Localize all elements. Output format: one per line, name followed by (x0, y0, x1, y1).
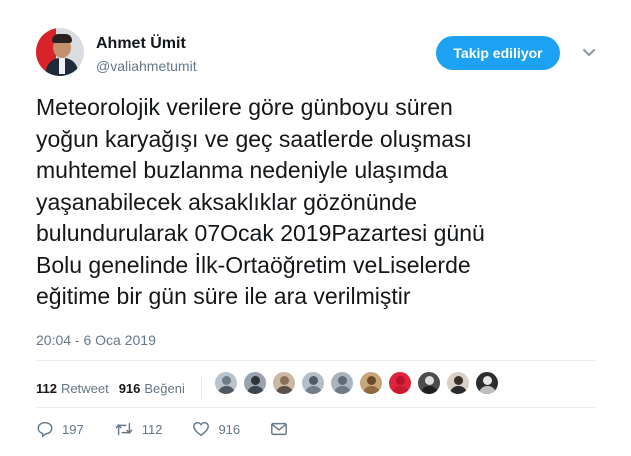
reply-count: 197 (62, 421, 84, 437)
tweet-line: Bolu genelinde İlk-Ortaöğretim veLiseler… (36, 251, 471, 278)
retweet-count: 112 (141, 421, 163, 437)
reply-icon (37, 421, 53, 437)
reply-button[interactable]: 197 (36, 420, 84, 438)
avatar-liker-4[interactable] (301, 371, 325, 395)
like-button[interactable]: 916 (192, 420, 240, 438)
engagement-stats: 112 Retweet 916 Beğeni (36, 376, 202, 400)
tweet-text: Meteorolojik verilere göre günboyu süren… (36, 92, 596, 313)
tweet-timestamp[interactable]: 20:04 - 6 Oca 2019 (36, 332, 156, 348)
heart-icon (193, 421, 210, 437)
like-stat-label[interactable]: Beğeni (144, 381, 184, 396)
author-handle[interactable]: @valiahmetumit (96, 58, 197, 74)
tweet-line: muhtemel buzlanma nedeniyle ulaşımda (36, 157, 448, 183)
tweet-line: eğitime bir gün süre ile ara verilmiştir (36, 283, 411, 309)
author-avatar[interactable] (36, 28, 84, 76)
retweet-stat-label[interactable]: Retweet (61, 381, 109, 396)
tweet-line: yoğun karyağışı ve geç saatlerde oluşmas… (36, 125, 472, 152)
tweet-line: yaşanabilecek aksaklıklar gözönünde (36, 188, 418, 215)
mail-icon (271, 422, 288, 436)
like-count: 916 (218, 421, 241, 437)
avatar-liker-10[interactable] (475, 371, 499, 395)
chevron-down-icon[interactable] (581, 44, 597, 60)
avatar-liker-7[interactable] (388, 371, 412, 395)
following-button[interactable]: Takip ediliyor (436, 36, 560, 70)
avatar-liker-5[interactable] (330, 371, 354, 395)
tweet-line: bulundurularak 07Ocak 2019Pazartesi günü (36, 220, 485, 246)
tweet-actions: 197 112 916 (36, 420, 326, 438)
avatar-liker-8[interactable] (417, 371, 441, 395)
avatar-liker-2[interactable] (243, 371, 267, 395)
liker-avatars (214, 371, 504, 395)
avatar-liker-3[interactable] (272, 371, 296, 395)
retweet-button[interactable]: 112 (114, 420, 163, 438)
like-stat-count[interactable]: 916 (119, 381, 141, 396)
author-name[interactable]: Ahmet Ümit (96, 35, 186, 53)
retweet-icon (115, 422, 133, 436)
avatar-liker-9[interactable] (446, 371, 470, 395)
tweet-line: Meteorolojik verilere göre günboyu süren (36, 94, 453, 120)
direct-message-button[interactable] (270, 421, 296, 437)
avatar-liker-6[interactable] (359, 371, 383, 395)
retweet-stat-count[interactable]: 112 (36, 381, 57, 396)
avatar-liker-1[interactable] (214, 371, 238, 395)
divider (200, 376, 202, 400)
divider (36, 360, 596, 361)
tweet-header: Ahmet Ümit @valiahmetumit Takip ediliyor (36, 28, 596, 78)
divider (36, 407, 596, 408)
